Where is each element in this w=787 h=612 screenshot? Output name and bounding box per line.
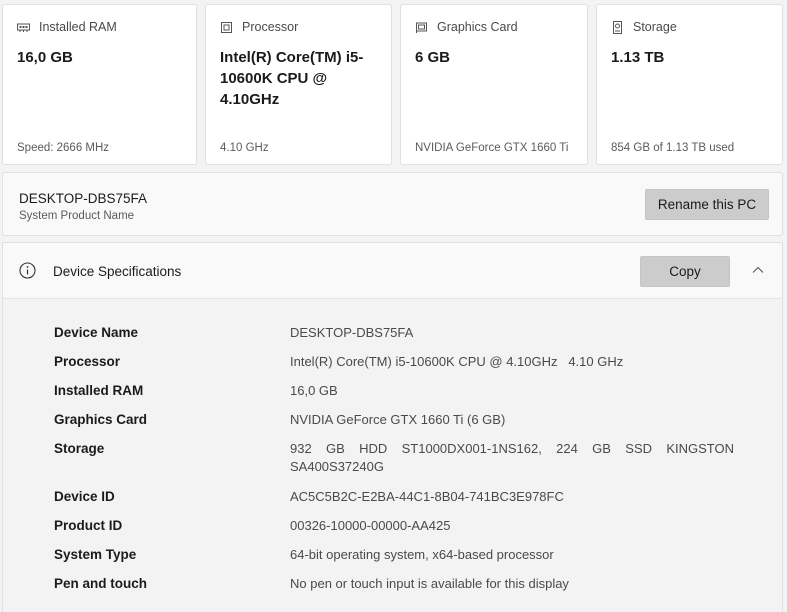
card-footnote: 4.10 GHz (220, 142, 269, 154)
card-value: 16,0 GB (17, 49, 73, 66)
chevron-up-icon[interactable] (751, 263, 765, 277)
card-footnote: 854 GB of 1.13 TB used (611, 142, 735, 154)
card-storage: Storage 1.13 TB 854 GB of 1.13 TB used (596, 4, 783, 165)
card-value: 1.13 TB (611, 49, 665, 66)
spec-value-device-name: DESKTOP-DBS75FA (290, 325, 414, 340)
card-title: Storage (633, 20, 677, 34)
pc-subtitle: System Product Name (19, 210, 135, 222)
spec-value-processor: Intel(R) Core(TM) i5-10600K CPU @ 4.10GH… (290, 354, 624, 369)
rename-pc-button[interactable]: Rename this PC (645, 189, 769, 220)
spec-label-system-type: System Type (54, 547, 137, 562)
device-specifications-title: Device Specifications (53, 264, 182, 279)
spec-label-pen-and-touch: Pen and touch (54, 576, 148, 591)
spec-value-storage: 932 GB HDD ST1000DX001-1NS162, 224 GB SS… (290, 441, 734, 474)
spec-value-product-id: 00326-10000-00000-AA425 (290, 518, 451, 533)
info-icon (19, 262, 36, 279)
ram-icon (17, 23, 30, 32)
spec-label-device-name: Device Name (54, 325, 139, 340)
spec-label-product-id: Product ID (54, 518, 123, 533)
device-specifications-header[interactable]: Device Specifications Copy (3, 243, 782, 299)
card-title: Installed RAM (39, 20, 117, 34)
hardware-summary-cards: Installed RAM 16,0 GB Speed: 2666 MHz Pr… (2, 4, 783, 165)
card-footnote: NVIDIA GeForce GTX 1660 Ti (415, 142, 569, 154)
card-processor: Processor Intel(R) Core(TM) i5-10600K CP… (205, 4, 392, 165)
copy-button[interactable]: Copy (640, 256, 730, 287)
spec-label-installed-ram: Installed RAM (54, 383, 144, 398)
card-title: Graphics Card (437, 20, 518, 34)
card-value: 6 GB (415, 49, 451, 66)
storage-icon (613, 20, 622, 34)
graphics-card-icon (416, 22, 427, 33)
card-value: Intel(R) Core(TM) i5-10600K CPU @ 4.10GH… (220, 49, 364, 108)
spec-label-storage: Storage (54, 441, 105, 456)
card-footnote: Speed: 2666 MHz (17, 142, 110, 154)
spec-label-processor: Processor (54, 354, 121, 369)
device-specifications-panel: Device Specifications Copy Device Name D… (2, 242, 783, 612)
spec-label-graphics-card: Graphics Card (54, 412, 148, 427)
spec-value-system-type: 64-bit operating system, x64-based proce… (290, 547, 554, 562)
card-title: Processor (242, 20, 299, 34)
card-installed-ram: Installed RAM 16,0 GB Speed: 2666 MHz (2, 4, 197, 165)
card-graphics-card: Graphics Card 6 GB NVIDIA GeForce GTX 16… (400, 4, 588, 165)
spec-label-device-id: Device ID (54, 489, 115, 504)
spec-value-device-id: AC5C5B2C-E2BA-44C1-8B04-741BC3E978FC (290, 489, 564, 504)
pc-name-row: DESKTOP-DBS75FA System Product Name Rena… (2, 172, 783, 236)
spec-value-pen-and-touch: No pen or touch input is available for t… (290, 576, 569, 591)
processor-icon (221, 21, 232, 33)
spec-value-graphics-card: NVIDIA GeForce GTX 1660 Ti (6 GB) (290, 412, 506, 427)
pc-name: DESKTOP-DBS75FA (19, 191, 148, 206)
spec-value-installed-ram: 16,0 GB (290, 383, 338, 398)
